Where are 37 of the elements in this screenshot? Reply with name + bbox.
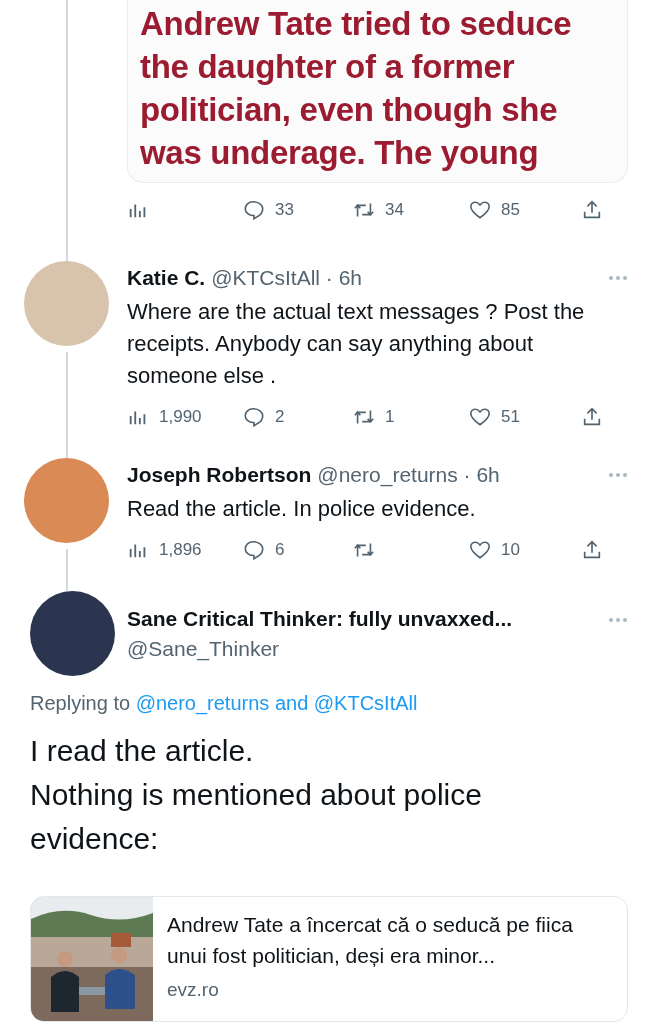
like-count: 10 (501, 540, 520, 560)
headline-text: the daughter of a former (140, 47, 516, 87)
like-icon[interactable] (469, 406, 491, 428)
share-icon[interactable] (581, 199, 603, 221)
reply-count: 6 (275, 540, 285, 560)
share-icon[interactable] (581, 539, 603, 561)
tweet-text: I read the article. (30, 733, 255, 769)
like-icon[interactable] (469, 199, 491, 221)
tweet-text: Where are the actual text messages ? Post the receipts. Anybody can say anything about someone else . (127, 298, 586, 390)
like-count: 85 (501, 200, 520, 220)
headline-text: was underage. The young (140, 133, 540, 173)
view-count: 1,896 (159, 540, 202, 560)
reply-icon[interactable] (243, 406, 265, 428)
reply-icon[interactable] (243, 199, 265, 221)
tweet-text: Read the article. In police evidence. (127, 495, 477, 523)
headline-text: politician, even though she (140, 90, 559, 130)
reply-count: 2 (275, 407, 285, 427)
headline-text: Andrew Tate tried to seduce (140, 4, 573, 44)
user-handle[interactable]: @nero_returns · 6h (317, 462, 500, 488)
tweet-text: Nothing is mentioned about police evidence: (30, 777, 483, 857)
user-handle[interactable]: @Sane_Thinker (127, 636, 596, 661)
link-domain: evz.ro (167, 979, 220, 1001)
user-name[interactable]: Katie C. (127, 265, 206, 291)
retweet-count: 1 (385, 407, 395, 427)
like-count: 51 (501, 407, 520, 427)
reply-count: 33 (275, 200, 294, 220)
reply-icon[interactable] (243, 539, 265, 561)
link-card[interactable]: Andrew Tate a încercat că o seducă pe fiica unui fost politician, deși era minor... evz.ro (30, 896, 628, 1022)
like-icon[interactable] (469, 539, 491, 561)
link-title: Andrew Tate a încercat că o seducă pe fiica unui fost politician, deși era minor... (167, 912, 574, 969)
user-name[interactable]: Sane Critical Thinker: fully unvaxxed... (127, 606, 596, 631)
user-handle[interactable]: @KTCsItAll · 6h (211, 265, 363, 291)
share-icon[interactable] (581, 406, 603, 428)
replying-to-text: Replying to @nero_returns and @KTCsItAll (30, 692, 419, 715)
view-count: 1,990 (159, 407, 202, 427)
retweet-count: 34 (385, 200, 404, 220)
user-name[interactable]: Joseph Robertson (127, 462, 312, 488)
